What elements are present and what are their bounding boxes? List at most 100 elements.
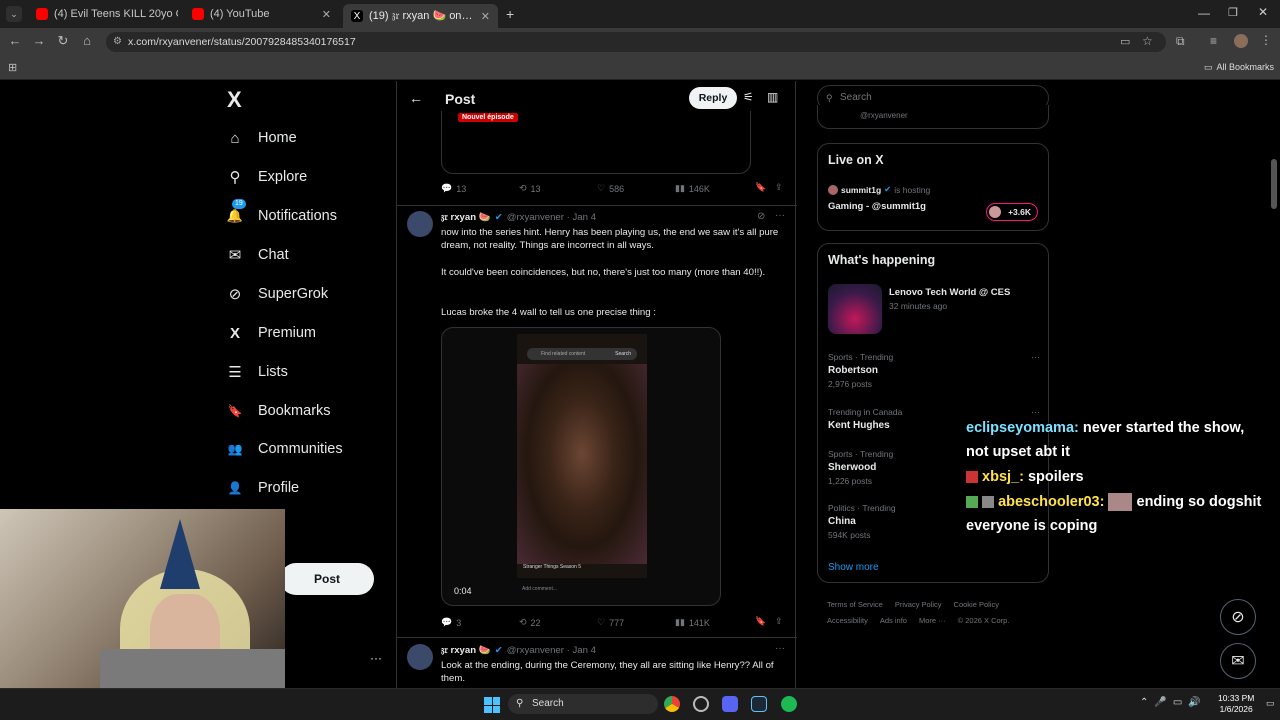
minimize-icon[interactable]: — bbox=[1198, 6, 1210, 20]
reply-count[interactable]: 💬 3 bbox=[441, 617, 461, 628]
sidebar-item-explore[interactable]: ⚲ Explore bbox=[226, 165, 308, 189]
footer-link[interactable]: Accessibility bbox=[827, 613, 868, 629]
live-host-row[interactable]: summit1g ✔ is hosting bbox=[828, 184, 930, 195]
bookmark-icon[interactable]: 🔖 bbox=[755, 616, 766, 627]
repost-icon: ⟲ bbox=[519, 183, 527, 193]
reader-mode-icon[interactable]: ▥ bbox=[767, 90, 778, 104]
post-button[interactable]: Post bbox=[280, 563, 374, 595]
bookmark-icon[interactable]: 🔖 bbox=[755, 182, 766, 193]
sidebar-item-bookmarks[interactable]: 🔖 Bookmarks bbox=[226, 399, 331, 423]
footer-link[interactable]: Ads info bbox=[880, 613, 907, 629]
avatar[interactable] bbox=[1234, 34, 1248, 48]
footer-link[interactable]: Terms of Service bbox=[827, 597, 883, 613]
discord-icon[interactable] bbox=[722, 696, 738, 712]
avatar[interactable] bbox=[407, 211, 433, 237]
browser-tab[interactable]: (4) YouTube ✕ bbox=[184, 4, 339, 24]
maximize-icon[interactable]: ❐ bbox=[1228, 6, 1238, 19]
trend-more-icon[interactable]: ··· bbox=[1031, 352, 1040, 362]
site-info-icon[interactable]: ⚙ bbox=[113, 32, 122, 52]
show-more-link[interactable]: Show more bbox=[828, 562, 879, 573]
back-icon[interactable]: ← bbox=[6, 33, 24, 48]
view-count[interactable]: ▮▮ 141K bbox=[675, 617, 710, 628]
tray-icons[interactable]: ⌃🎤▭🔊 bbox=[1140, 697, 1207, 708]
video-card[interactable]: Find related content Search Stranger Thi… bbox=[441, 327, 721, 606]
scrollbar-thumb[interactable] bbox=[1271, 159, 1277, 209]
author-name[interactable]: 𝔷𝔯 rxyan 🍉 bbox=[441, 212, 491, 223]
author-handle[interactable]: @rxyanvener · Jan 4 bbox=[507, 212, 596, 223]
sidebar-item-communities[interactable]: 👥 Communities bbox=[226, 437, 343, 461]
view-count[interactable]: ▮▮ 146K bbox=[675, 183, 710, 194]
reply-button[interactable]: Reply bbox=[689, 87, 737, 109]
author-name[interactable]: 𝔷𝔯 rxyan 🍉 bbox=[441, 645, 491, 656]
share-icon[interactable]: ⇪ bbox=[775, 616, 783, 627]
browser-tab[interactable]: (4) Evil Teens KILL 20yo Girl For ✕ bbox=[28, 4, 178, 24]
close-icon[interactable]: ✕ bbox=[322, 8, 331, 21]
cast-icon[interactable]: ▭ bbox=[1120, 35, 1130, 48]
sidebar-item-chat[interactable]: ✉ Chat bbox=[226, 243, 289, 267]
viewer-pill[interactable]: +3.6K bbox=[986, 203, 1038, 221]
spotify-icon[interactable] bbox=[781, 696, 797, 712]
sidebar-item-notifications[interactable]: 🔔 19 Notifications bbox=[226, 199, 337, 228]
media-icon[interactable]: ≡ bbox=[1210, 34, 1217, 48]
chat-badge-icon bbox=[966, 496, 978, 509]
reload-icon[interactable]: ↻ bbox=[54, 33, 72, 49]
messages-icon[interactable]: ✉ bbox=[1220, 643, 1256, 679]
close-icon[interactable]: ✕ bbox=[481, 10, 490, 23]
extensions-icon[interactable]: ⧉ bbox=[1176, 34, 1185, 49]
repost-count[interactable]: ⟲ 13 bbox=[519, 183, 541, 194]
close-window-icon[interactable]: ✕ bbox=[1258, 5, 1268, 19]
sidebar-item-profile[interactable]: 👤 Profile bbox=[226, 476, 300, 500]
windows-start-icon[interactable] bbox=[484, 697, 500, 713]
reply-count[interactable]: 💬 13 bbox=[441, 183, 466, 194]
footer-link[interactable]: Privacy Policy bbox=[895, 597, 942, 613]
url-field[interactable]: ⚙ x.com/rxyanvener/status/20079284853401… bbox=[106, 32, 1166, 52]
more-icon[interactable]: ··· bbox=[775, 643, 785, 654]
featured-title[interactable]: Lenovo Tech World @ CES bbox=[889, 287, 1010, 298]
sidebar-item-label: Bookmarks bbox=[258, 403, 331, 419]
footer-link[interactable]: Cookie Policy bbox=[954, 597, 999, 613]
sidebar-item-lists[interactable]: ☰ Lists bbox=[226, 360, 288, 384]
more-icon[interactable]: ··· bbox=[775, 210, 785, 221]
like-count[interactable]: ♡ 777 bbox=[597, 617, 624, 628]
grok-icon[interactable]: ⊘ bbox=[1220, 599, 1256, 635]
folder-icon: ▭ bbox=[1204, 62, 1213, 72]
embedded-media-card[interactable]: Nouvel épisode bbox=[441, 111, 751, 174]
stream-title[interactable]: Gaming - @summit1g bbox=[828, 201, 926, 212]
filter-icon[interactable]: ⚟ bbox=[743, 90, 754, 104]
divider bbox=[397, 205, 797, 206]
steam-icon[interactable] bbox=[751, 696, 767, 712]
tab-list-button[interactable]: ⌄ bbox=[6, 6, 22, 22]
app-icon[interactable] bbox=[693, 696, 709, 712]
follow-card-bottom: @rxyanvener bbox=[817, 105, 1049, 129]
date: 1/6/2026 bbox=[1219, 704, 1253, 714]
new-tab-button[interactable]: + bbox=[506, 6, 514, 22]
back-arrow-icon[interactable]: ← bbox=[409, 90, 423, 106]
time: 10:33 PM bbox=[1218, 693, 1255, 703]
featured-thumbnail[interactable] bbox=[828, 284, 882, 334]
home-icon[interactable]: ⌂ bbox=[78, 33, 96, 48]
trend-item[interactable]: Sports · Trending Robertson 2,976 posts … bbox=[828, 352, 1040, 389]
repost-count[interactable]: ⟲ 22 bbox=[519, 617, 541, 628]
clock[interactable]: 10:33 PM 1/6/2026 bbox=[1218, 693, 1254, 715]
sidebar-item-premium[interactable]: X Premium bbox=[226, 321, 316, 345]
bookmark-star-icon[interactable]: ☆ bbox=[1142, 34, 1153, 48]
hosting-text: is hosting bbox=[894, 184, 931, 195]
share-icon[interactable]: ⇪ bbox=[775, 182, 783, 193]
browser-tab-active[interactable]: X (19) 𝔷𝔯 rxyan 🍉 on X: "thread ... ✕ bbox=[343, 4, 498, 28]
forward-icon[interactable]: → bbox=[30, 33, 48, 48]
apps-icon[interactable]: ⊞ bbox=[8, 61, 17, 74]
sidebar-item-supergrok[interactable]: ⊘ SuperGrok bbox=[226, 282, 328, 306]
author-handle[interactable]: @rxyanvener · Jan 4 bbox=[507, 645, 596, 656]
like-count[interactable]: ♡ 586 bbox=[597, 183, 624, 194]
notification-center-icon[interactable]: ▭ bbox=[1266, 698, 1275, 709]
grok-icon[interactable]: ⊘ bbox=[757, 211, 765, 222]
avatar[interactable] bbox=[407, 644, 433, 670]
all-bookmarks-button[interactable]: ▭ All Bookmarks bbox=[1204, 62, 1274, 73]
account-more-icon[interactable]: ··· bbox=[370, 651, 382, 665]
x-logo-icon[interactable]: X bbox=[227, 87, 242, 113]
taskbar-search[interactable]: ⚲ Search bbox=[508, 694, 658, 714]
chrome-icon[interactable] bbox=[664, 696, 680, 712]
menu-icon[interactable]: ⋮ bbox=[1260, 33, 1272, 47]
sidebar-item-home[interactable]: ⌂ Home bbox=[226, 126, 296, 150]
footer-link[interactable]: More ··· bbox=[919, 613, 946, 629]
